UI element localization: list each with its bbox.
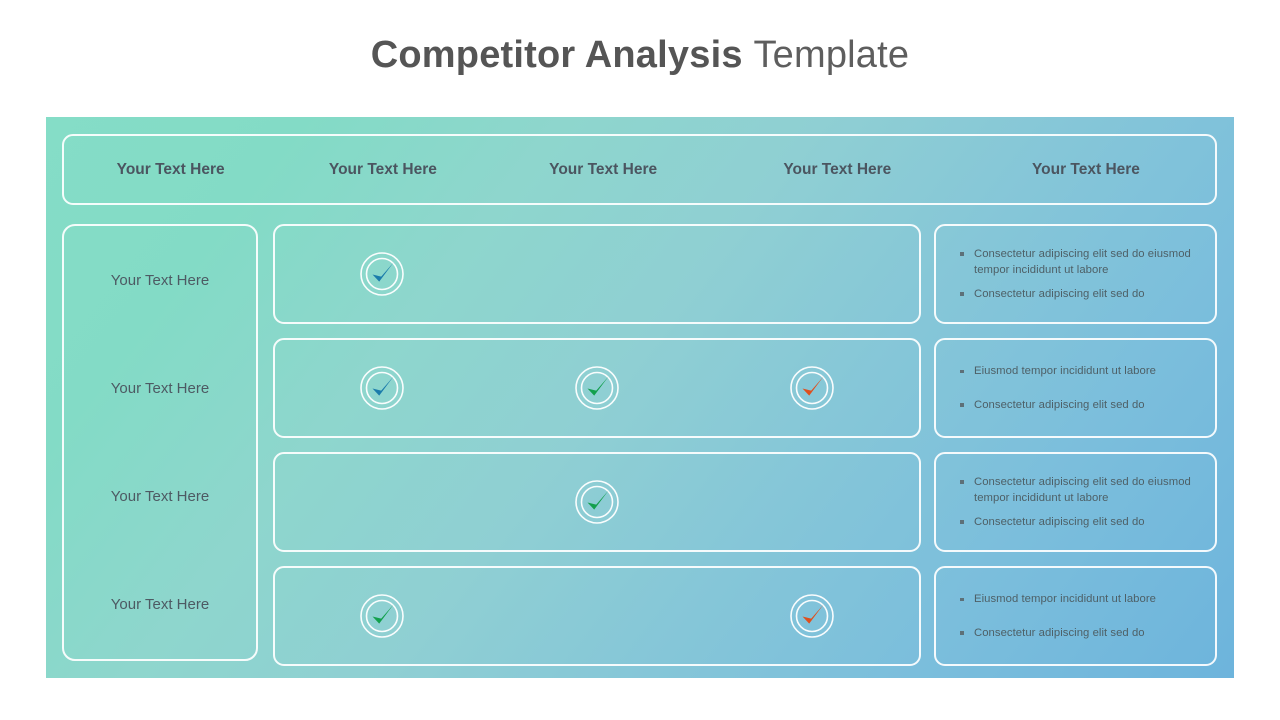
bullet-item: Consectetur adipiscing elit sed do bbox=[958, 514, 1199, 531]
page-title-bold: Competitor Analysis bbox=[370, 33, 743, 76]
bullet-item: Consectetur adipiscing elit sed do bbox=[958, 625, 1199, 642]
check-slot-filled[interactable] bbox=[490, 338, 705, 438]
page-title-bar: Competitor Analysis Template bbox=[0, 0, 1280, 110]
check-slot-filled[interactable] bbox=[704, 338, 919, 438]
bullet-card[interactable]: Eiusmod tempor incididunt ut labore Conse… bbox=[934, 566, 1217, 666]
page-title-light bbox=[743, 34, 754, 76]
bullet-item: Consectetur adipiscing elit sed do bbox=[958, 286, 1199, 303]
bullet-card[interactable]: Consectetur adipiscing elit sed do eiusm… bbox=[934, 224, 1217, 324]
bullet-item: Consectetur adipiscing elit sed do eiusm… bbox=[958, 474, 1199, 507]
table-row[interactable] bbox=[273, 224, 921, 324]
check-circle-icon bbox=[789, 365, 835, 411]
header-cell-0[interactable]: Your Text Here bbox=[64, 161, 277, 179]
header-cell-3[interactable]: Your Text Here bbox=[718, 161, 957, 179]
header-cell-4[interactable]: Your Text Here bbox=[957, 161, 1215, 179]
check-circle-icon bbox=[789, 593, 835, 639]
table-row[interactable] bbox=[273, 452, 921, 552]
check-circle-icon bbox=[574, 365, 620, 411]
row-label-3[interactable]: Your Text Here bbox=[64, 551, 256, 659]
check-circle-icon bbox=[359, 593, 405, 639]
check-slot-filled[interactable] bbox=[275, 566, 490, 666]
row-label-0[interactable]: Your Text Here bbox=[64, 226, 256, 334]
check-circle-icon bbox=[359, 251, 405, 297]
bullet-card[interactable]: Eiusmod tempor incididunt ut labore Conse… bbox=[934, 338, 1217, 438]
row-label-1[interactable]: Your Text Here bbox=[64, 334, 256, 442]
page-title: Competitor Analysis Template bbox=[371, 34, 909, 77]
row-label-column: Your Text Here Your Text Here Your Text … bbox=[62, 224, 258, 661]
row-label-2[interactable]: Your Text Here bbox=[64, 443, 256, 551]
check-slot-filled[interactable] bbox=[275, 224, 490, 324]
check-slot-filled[interactable] bbox=[704, 566, 919, 666]
check-slot-filled[interactable] bbox=[490, 452, 705, 552]
bullet-item: Consectetur adipiscing elit sed do bbox=[958, 397, 1199, 414]
check-slot-filled[interactable] bbox=[275, 338, 490, 438]
header-cell-1[interactable]: Your Text Here bbox=[277, 161, 488, 179]
table-header-row: Your Text Here Your Text Here Your Text … bbox=[62, 134, 1217, 205]
check-circle-icon bbox=[359, 365, 405, 411]
check-circle-icon bbox=[574, 479, 620, 525]
table-row[interactable] bbox=[273, 566, 921, 666]
bullet-item: Eiusmod tempor incididunt ut labore bbox=[958, 363, 1199, 380]
table-row[interactable] bbox=[273, 338, 921, 438]
header-cell-2[interactable]: Your Text Here bbox=[489, 161, 718, 179]
bullet-item: Eiusmod tempor incididunt ut labore bbox=[958, 591, 1199, 608]
bullet-item: Consectetur adipiscing elit sed do eiusm… bbox=[958, 246, 1199, 279]
page-title-light-text: Template bbox=[753, 33, 910, 76]
competitor-analysis-panel: Your Text Here Your Text Here Your Text … bbox=[46, 117, 1234, 678]
bullet-card[interactable]: Consectetur adipiscing elit sed do eiusm… bbox=[934, 452, 1217, 552]
